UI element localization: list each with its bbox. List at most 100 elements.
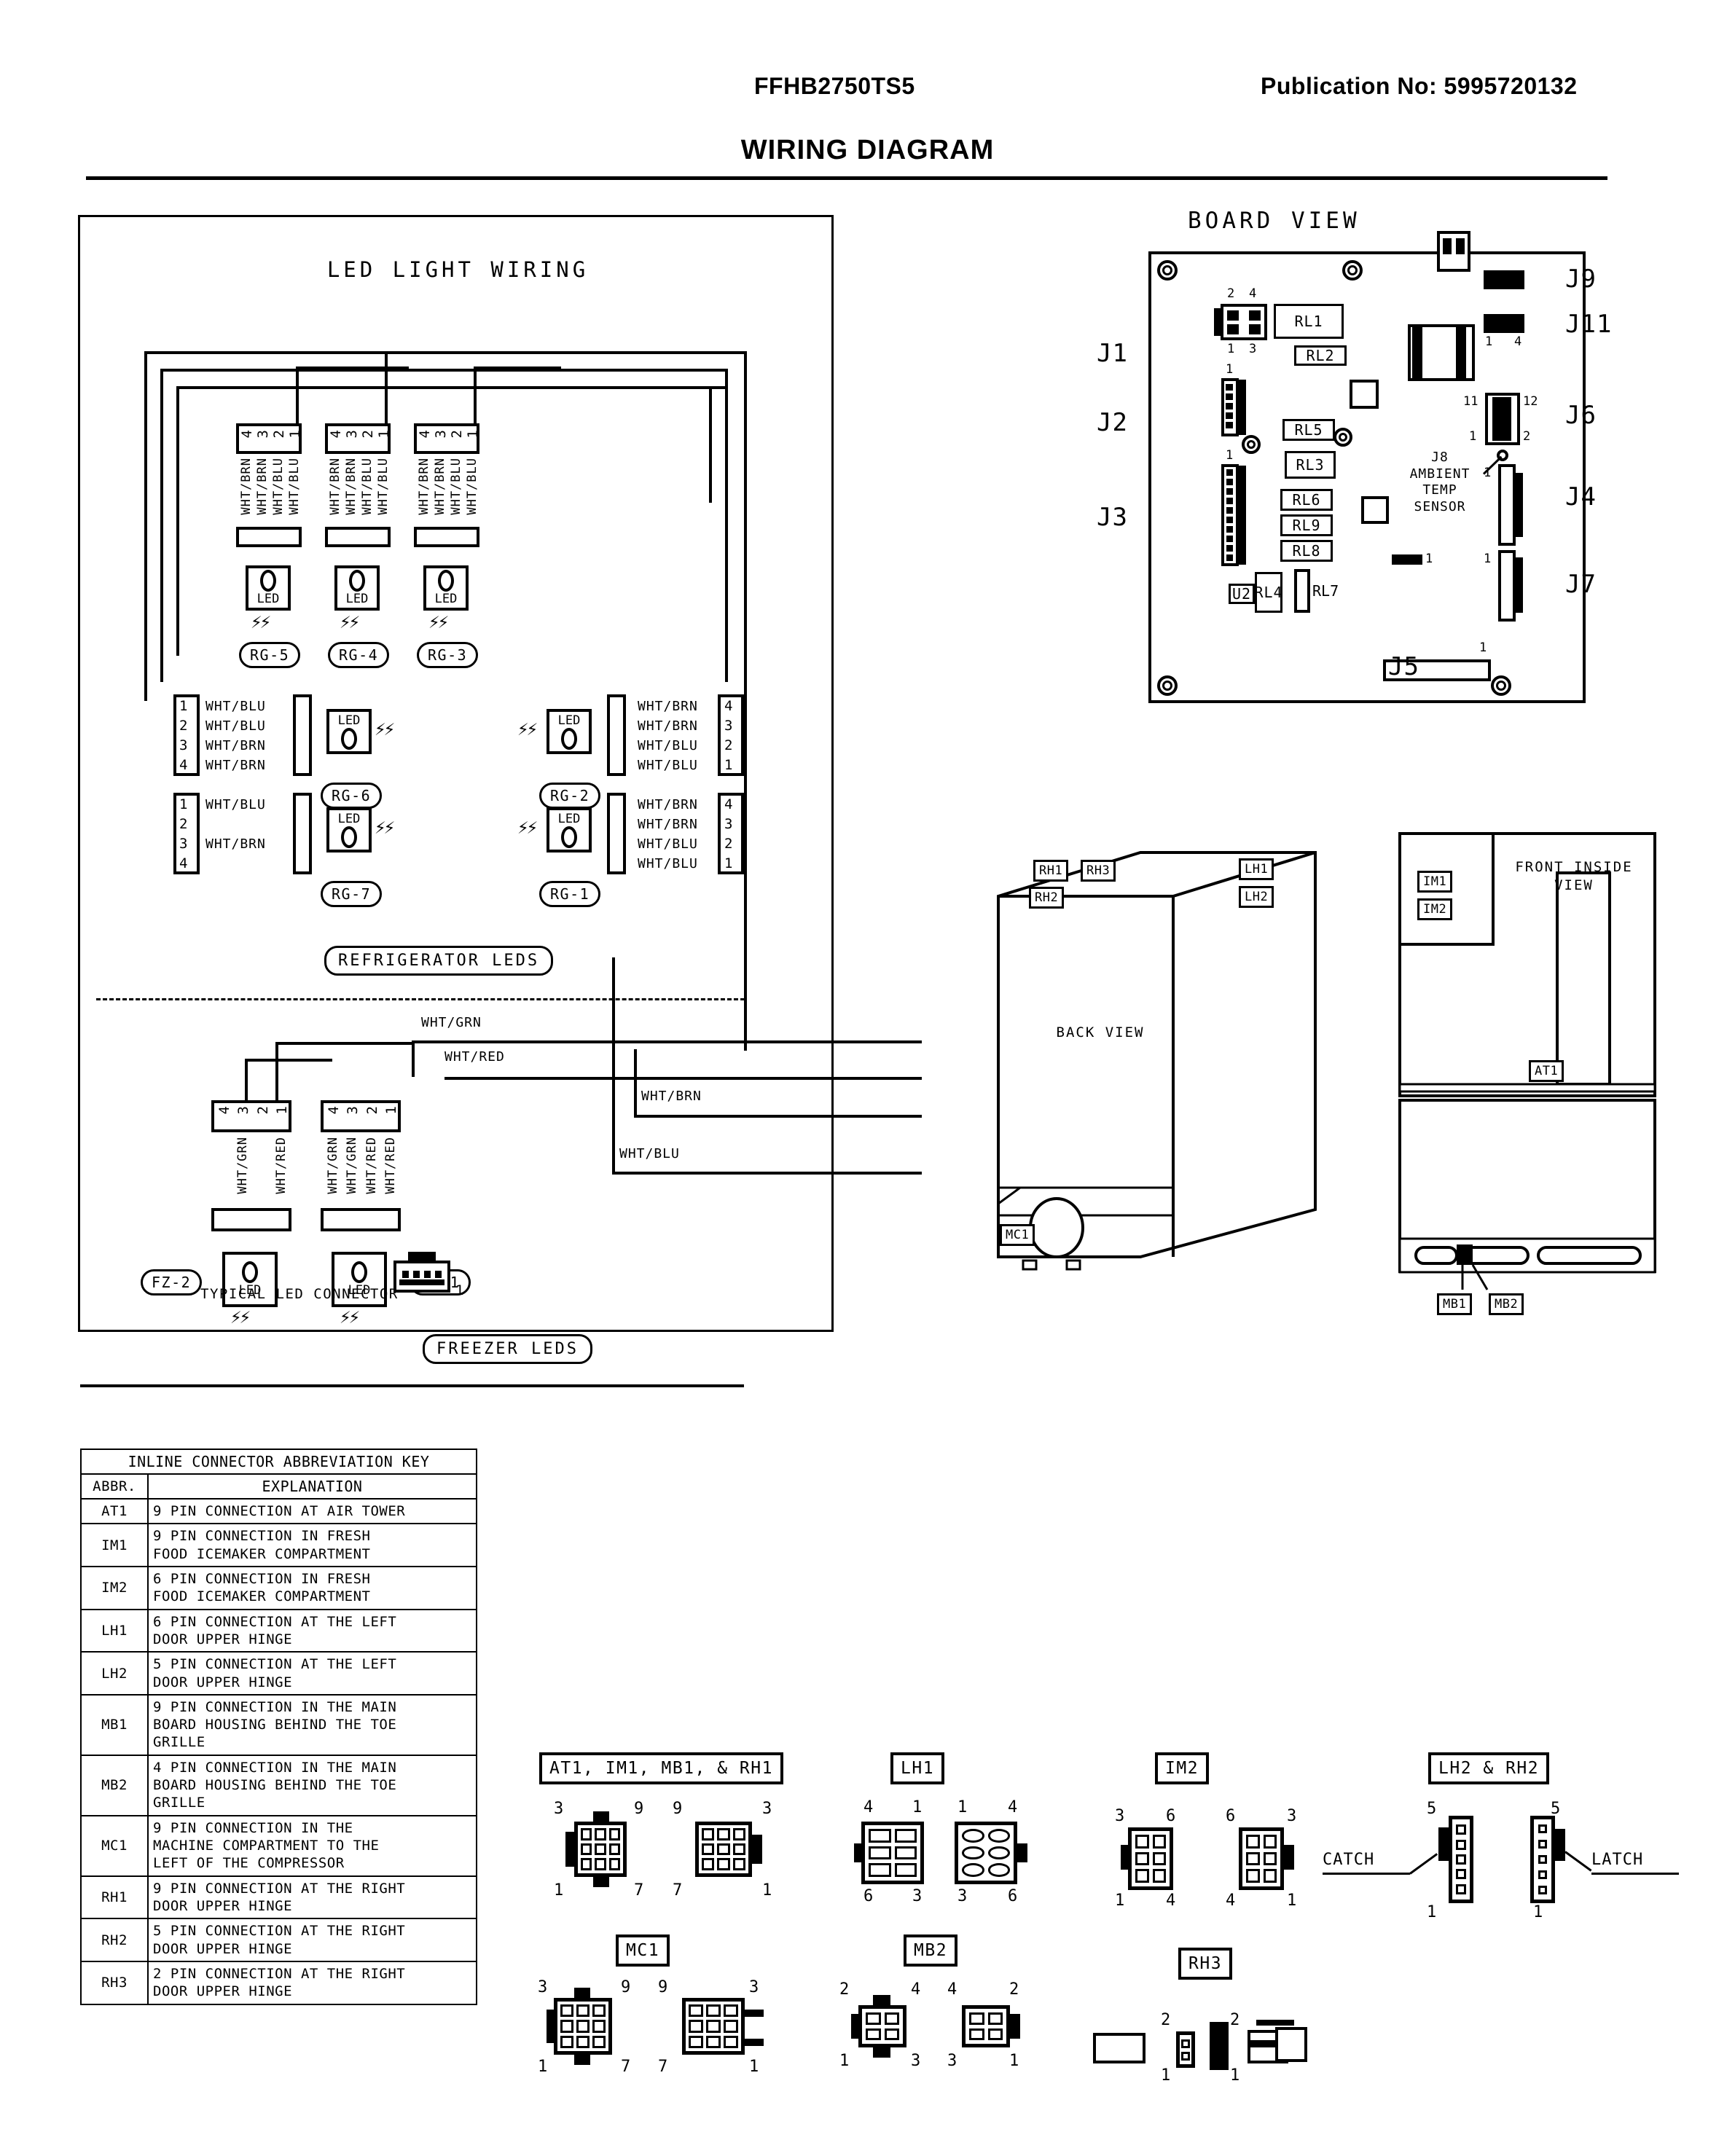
connector-2pin-male[interactable] [1176,2031,1195,2068]
tag-rh1: RH1 [1033,860,1069,882]
connector-shell [1239,380,1246,435]
bus-label-wht-red: WHT/RED [444,1049,505,1065]
pin-number: 3 [724,816,733,832]
connector-4pin-female[interactable] [962,2005,1010,2047]
connector-6pin-female[interactable] [955,1822,1017,1884]
wire-label: WHT/BLU [449,458,463,515]
key-explanation: 9 PIN CONNECTION IN FRESH FOOD ICEMAKER … [147,1523,477,1567]
connector-j11[interactable] [1484,314,1524,333]
connector-tag-rg-2: RG-2 [539,783,601,809]
pin-slot [1226,384,1233,391]
connector-latch-icon [1555,1829,1565,1861]
wire-label: WHT/BRN [328,458,342,515]
pin-number: 3 [1115,1807,1125,1825]
relay-rl7: RL7 [1312,582,1339,600]
mains-connector[interactable] [1437,231,1470,272]
pin-number: 9 [621,1978,631,1996]
pin-number: 1 [274,1106,290,1115]
refrigerator-leds-group-label: REFRIGERATOR LEDS [324,946,554,976]
pin-slot [1226,536,1233,542]
connector-6pin-female[interactable] [1239,1827,1284,1890]
key-abbr: MB2 [80,1754,149,1816]
led-bulb-icon [561,728,577,750]
wire-label: WHT/GRN [345,1137,359,1194]
pin-number: 2 [1230,2011,1240,2029]
bus-wire [160,369,163,682]
pin-number: 1 [1115,1892,1125,1910]
light-rays-icon: ⚡⚡ [428,611,449,633]
connector-tag-rg-4: RG-4 [328,642,390,668]
pin-number: 3 [235,1106,251,1115]
connector-j9[interactable] [1484,270,1524,289]
light-rays-icon: ⚡⚡ [340,1306,360,1328]
bus-wire [385,351,388,424]
connector-rg-3[interactable] [414,423,479,454]
wire-label: WHT/BLU [638,836,698,852]
pin-number: 4 [724,698,733,714]
mounting-screw-icon [1157,675,1178,696]
pin-number: 7 [621,2058,631,2076]
bus-wire [296,366,409,369]
connector-label-j11: J11 [1565,310,1613,339]
pin-number: 1 [554,1881,564,1900]
table-row: RH1 9 PIN CONNECTION AT THE RIGHT DOOR UP… [80,1875,477,1920]
wire-label: WHT/RED [383,1137,398,1194]
connector-keying [547,2010,554,2043]
wire-label: WHT/BLU [638,738,698,753]
pin-number: 4 [417,430,433,439]
pin-number: 6 [863,1887,874,1905]
connector-j1[interactable] [1221,304,1267,340]
connector-rg-4[interactable] [325,423,391,454]
connector-6pin-male[interactable] [861,1822,924,1884]
pin-number: 4 [1166,1892,1176,1910]
pin-number: 1 [538,2058,548,2076]
connector-2pin-female[interactable] [1210,2022,1229,2070]
connector-4pin-male[interactable] [858,2005,906,2047]
connector-tag-rg-7: RG-7 [321,881,383,907]
component-block [1361,496,1389,524]
led-socket [321,1208,401,1231]
connector-9pin-female[interactable] [682,1998,745,2055]
connector-9pin-female[interactable] [695,1822,752,1877]
pin-number: 4 [947,1980,957,1999]
pin-slot [1226,488,1233,495]
connector-fz-1[interactable] [321,1100,401,1132]
connector-j4[interactable] [1498,464,1516,546]
connector-j10[interactable] [1392,554,1422,565]
table-row: RH2 5 PIN CONNECTION AT THE RIGHT DOOR UP… [80,1918,477,1962]
connector-9pin-male[interactable] [574,1822,627,1877]
connector-9pin-male[interactable] [554,1998,612,2055]
light-rays-icon: ⚡⚡ [517,718,538,740]
led-module-rg-6: LED [326,709,372,754]
connector-keying [1214,308,1221,336]
relay-rl1: RL1 [1274,304,1344,339]
bus-wire [275,1042,278,1102]
led-bulb-icon [438,570,454,592]
wire-label: WHT/BLU [638,856,698,871]
key-col-abbr: ABBR. [80,1473,149,1500]
connector-5pin-latch[interactable] [1530,1816,1555,1903]
wire-label: WHT/BLU [205,718,266,734]
wire-label: WHT/BLU [205,797,266,812]
pin-number: 1 [1425,552,1433,566]
connector-rg-5[interactable] [236,423,302,454]
connector-6pin-male[interactable] [1128,1827,1173,1890]
connector-fz-2[interactable] [211,1100,291,1132]
key-abbr: AT1 [80,1497,149,1525]
wire-label: WHT/BLU [205,699,266,714]
bus-wire [176,386,726,389]
wire-label: WHT/BRN [638,718,698,734]
publication-number: Publication No: 5995720132 [1261,73,1578,99]
pin-number: 1 [179,796,188,812]
pin-number: 2 [724,836,733,852]
pin-number: 2 [179,816,188,832]
connector-5pin-catch[interactable] [1449,1816,1473,1903]
led-label: LED [256,592,280,606]
connector-j7[interactable] [1498,550,1516,622]
connector-keying [1010,2014,1020,2039]
pin-number: 2 [1523,429,1531,444]
connector-figure-title-at1: AT1, IM1, MB1, & RH1 [539,1752,783,1784]
light-rays-icon: ⚡⚡ [340,611,360,633]
bus-wire [176,386,179,656]
relay-rl7-body [1294,569,1310,613]
